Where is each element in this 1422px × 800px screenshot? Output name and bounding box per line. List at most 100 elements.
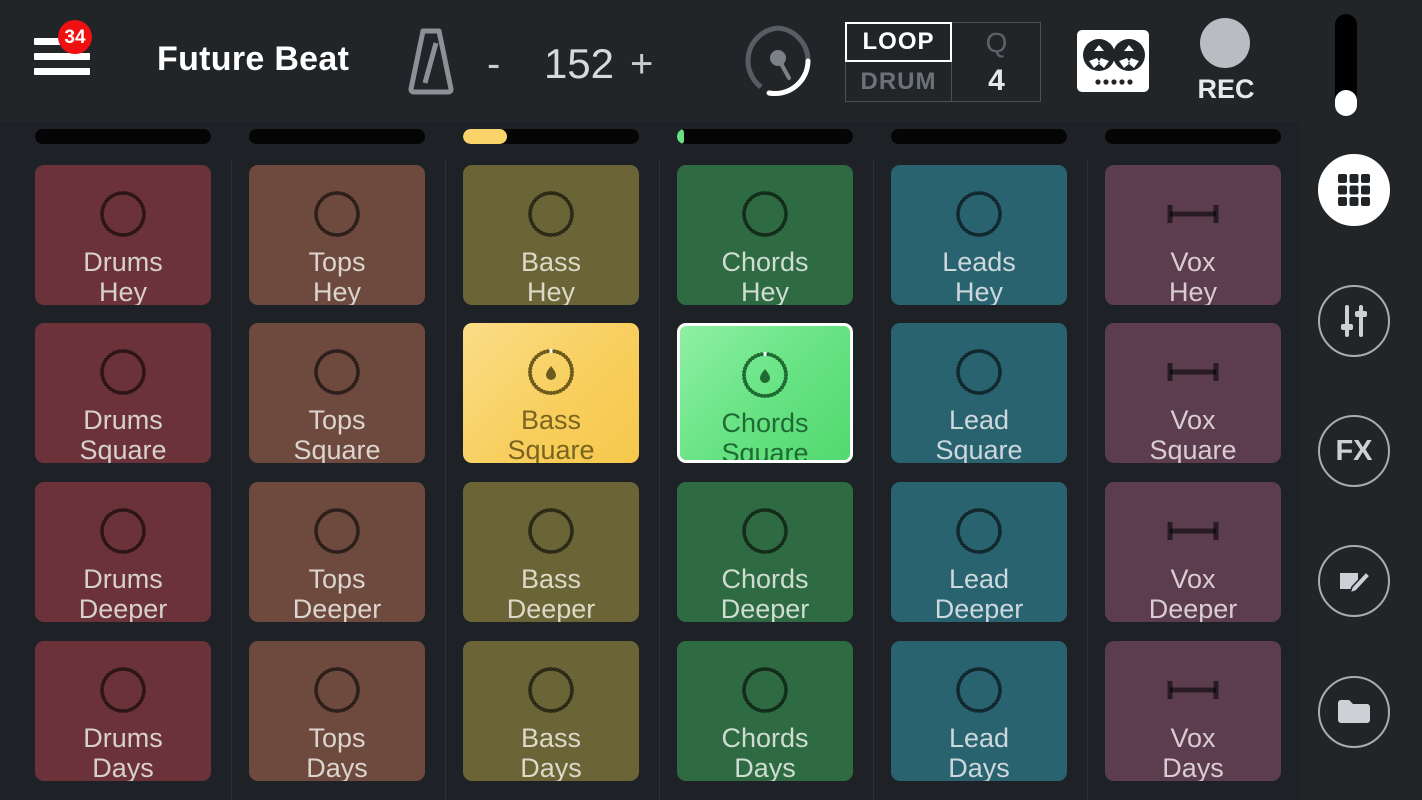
metronome-icon[interactable]	[404, 27, 458, 95]
clip-cell[interactable]: Lead Square	[891, 323, 1067, 463]
loop-circle-icon	[742, 191, 788, 237]
loop-circle-icon	[736, 185, 794, 243]
tempo-increase-button[interactable]: +	[630, 42, 653, 87]
clip-cell[interactable]: Chords Days	[677, 641, 853, 781]
clip-cell[interactable]: Tops Days	[249, 641, 425, 781]
clip-label-track: Bass	[520, 247, 582, 277]
clip-label: Drums Hey	[35, 247, 211, 305]
loop-circle-icon	[528, 349, 574, 395]
loop-circle-icon	[950, 502, 1008, 560]
clip-label-variant: Hey	[98, 277, 147, 305]
clip-cell[interactable]: Chords Hey	[677, 165, 853, 305]
loop-circle-icon	[94, 502, 152, 560]
clip-cell[interactable]: Chords Deeper	[677, 482, 853, 622]
clip-label-variant: Days	[948, 753, 1010, 781]
files-button[interactable]	[1318, 676, 1390, 748]
loop-circle-icon	[314, 667, 360, 713]
clip-cell[interactable]: Chords Square	[677, 323, 853, 463]
loop-circle-icon	[528, 508, 574, 554]
track-progress-bars	[0, 129, 1300, 145]
loop-drum-toggle: LOOP DRUM	[845, 22, 952, 102]
clip-cell[interactable]: Tops Hey	[249, 165, 425, 305]
clip-label: Bass Square	[463, 405, 639, 463]
loop-circle-icon	[308, 185, 366, 243]
clip-label-variant: Deeper	[506, 594, 596, 622]
track-progress-bar	[891, 129, 1067, 144]
column-divider	[873, 160, 874, 800]
loop-circle-icon	[314, 349, 360, 395]
loop-circle-icon	[308, 343, 366, 401]
clip-label-track: Tops	[308, 723, 366, 753]
clip-label-track: Lead	[948, 405, 1010, 435]
clip-label-variant: Square	[293, 435, 381, 463]
oneshot-bar-icon	[1167, 522, 1219, 540]
clip-cell[interactable]: Vox Hey	[1105, 165, 1281, 305]
fx-button[interactable]: FX	[1318, 415, 1390, 487]
column-divider	[1087, 160, 1088, 800]
clip-cell[interactable]: Bass Days	[463, 641, 639, 781]
circular-dial-icon[interactable]	[739, 20, 817, 102]
track-progress-bar	[1105, 129, 1281, 144]
loop-circle-icon	[956, 349, 1002, 395]
clip-cell[interactable]: Drums Days	[35, 641, 211, 781]
slider-thumb[interactable]	[1335, 90, 1357, 116]
clip-label-track: Drums	[83, 405, 163, 435]
clip-cell[interactable]: Vox Square	[1105, 323, 1281, 463]
grid-view-button[interactable]	[1318, 154, 1390, 226]
clip-label-variant: Hey	[740, 277, 789, 305]
clip-cell[interactable]: Drums Deeper	[35, 482, 211, 622]
clip-label-track: Lead	[948, 723, 1010, 753]
clip-cell[interactable]: Bass Hey	[463, 165, 639, 305]
clip-cell[interactable]: Drums Hey	[35, 165, 211, 305]
clip-label-variant: Hey	[312, 277, 361, 305]
clip-cell[interactable]: Leads Hey	[891, 165, 1067, 305]
loop-circle-icon	[100, 191, 146, 237]
clip-cell[interactable]: Bass Deeper	[463, 482, 639, 622]
clip-label: Tops Hey	[249, 247, 425, 305]
hamburger-menu-icon[interactable]: 34	[34, 20, 92, 80]
loop-circle-icon	[100, 667, 146, 713]
top-toolbar: 34 Future Beat - 152 + LOOP DRUM Q 4 REC	[0, 0, 1422, 122]
clip-label: Tops Square	[249, 405, 425, 463]
record-button[interactable]: REC	[1196, 18, 1256, 108]
clip-label: Leads Hey	[891, 247, 1067, 305]
clip-label-track: Vox	[1170, 247, 1216, 277]
clip-label-variant: Days	[92, 753, 154, 781]
edit-button[interactable]	[1318, 545, 1390, 617]
clip-label: Chords Square	[680, 408, 850, 460]
cassette-tape-icon[interactable]	[1077, 30, 1149, 92]
clip-label: Drums Days	[35, 723, 211, 781]
mixer-button[interactable]	[1318, 285, 1390, 357]
loop-circle-icon	[736, 661, 794, 719]
clip-cell[interactable]: Tops Deeper	[249, 482, 425, 622]
clip-label-track: Chords	[721, 723, 809, 753]
clip-label-track: Bass	[520, 405, 582, 435]
oneshot-bar-icon	[1167, 363, 1219, 381]
clip-label-track: Lead	[948, 564, 1010, 594]
folder-icon	[1338, 700, 1370, 723]
clip-cell[interactable]: Bass Square	[463, 323, 639, 463]
clip-cell[interactable]: Drums Square	[35, 323, 211, 463]
quantize-control[interactable]: Q 4	[952, 22, 1041, 102]
track-progress-bar	[677, 129, 853, 144]
loop-mode-panel: LOOP DRUM Q 4	[845, 22, 1041, 102]
hamburger-bar	[34, 68, 90, 75]
clip-label: Drums Square	[35, 405, 211, 463]
clip-cell[interactable]: Vox Deeper	[1105, 482, 1281, 622]
tempo-decrease-button[interactable]: -	[487, 42, 500, 87]
loop-mode-button[interactable]: LOOP	[845, 22, 952, 62]
clip-label: Chords Days	[677, 723, 853, 781]
clip-cell[interactable]: Lead Deeper	[891, 482, 1067, 622]
clip-label-variant: Square	[935, 435, 1023, 463]
clip-label: Vox Square	[1105, 405, 1281, 463]
clip-cell[interactable]: Vox Days	[1105, 641, 1281, 781]
drum-mode-button[interactable]: DRUM	[845, 62, 952, 102]
clip-label: Lead Square	[891, 405, 1067, 463]
clip-label-variant: Deeper	[720, 594, 810, 622]
master-volume-slider[interactable]	[1335, 14, 1357, 116]
clip-label: Vox Days	[1105, 723, 1281, 781]
clip-label-variant: Deeper	[78, 594, 168, 622]
tempo-value[interactable]: 152	[537, 40, 621, 88]
clip-cell[interactable]: Lead Days	[891, 641, 1067, 781]
clip-cell[interactable]: Tops Square	[249, 323, 425, 463]
